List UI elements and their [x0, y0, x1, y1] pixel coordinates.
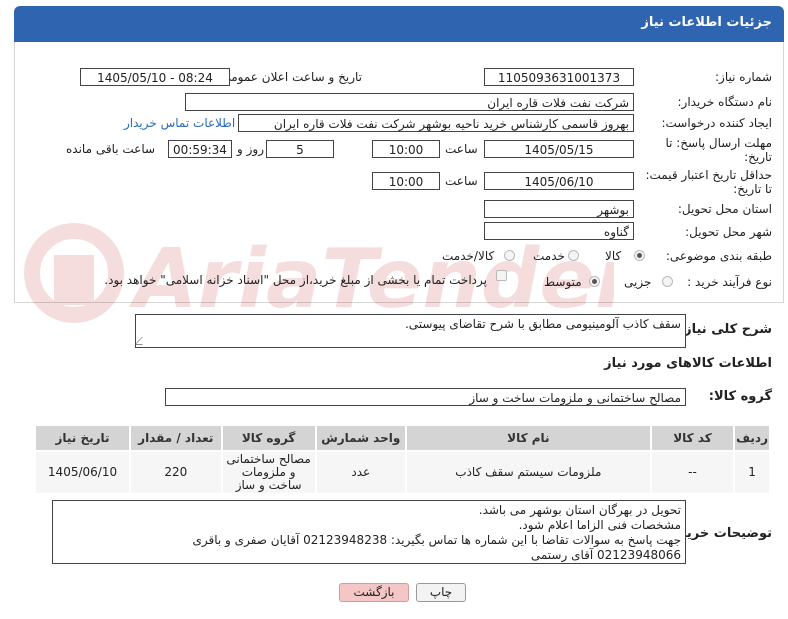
col-name: نام کالا — [404, 424, 652, 452]
goods-info-heading: اطلاعات کالاهای مورد نیاز — [604, 356, 772, 371]
col-qty: تعداد / مقدار — [129, 424, 223, 452]
purchase-medium-radio[interactable] — [589, 276, 600, 287]
cell-group: مصالح ساختمانی و ملزومات ساخت و ساز — [220, 450, 317, 495]
reply-time-label: ساعت — [445, 142, 478, 156]
cell-name: ملزومات سیستم سقف کاذب — [404, 450, 652, 495]
announce-datetime-field: 1405/05/10 - 08:24 — [80, 68, 230, 86]
print-button[interactable]: چاپ — [416, 583, 466, 602]
buyer-notes-line: مشخصات فنی الزاما اعلام شود. — [518, 518, 681, 532]
col-row: ردیف — [733, 424, 771, 452]
page-header: جزئیات اطلاعات نیاز — [14, 6, 784, 42]
days-and-label: روز و — [237, 142, 264, 156]
category-goods-service-label: کالا/خدمت — [442, 249, 495, 263]
buyer-org-field: شرکت نفت فلات قاره ایران — [185, 93, 634, 111]
reply-days-field: 5 — [266, 140, 334, 158]
category-goods-service-radio[interactable] — [504, 250, 515, 261]
category-service-label: خدمت — [533, 249, 565, 263]
need-number-field: 1105093631001373 — [484, 68, 634, 86]
col-group: گروه کالا — [220, 424, 317, 452]
buyer-org-label: نام دستگاه خریدار: — [677, 95, 773, 109]
requester-label: ایجاد کننده درخواست: — [661, 116, 772, 130]
treasury-payment-label: پرداخت تمام یا بخشی از مبلغ خرید،از محل … — [104, 273, 487, 287]
province-label: استان محل تحویل: — [677, 202, 772, 216]
city-field: گناوه — [484, 222, 634, 240]
cell-unit: عدد — [314, 450, 407, 495]
reply-deadline-label: مهلت ارسال پاسخ: تا تاریخ: — [665, 136, 772, 164]
category-goods-radio[interactable] — [634, 250, 645, 261]
table-row: 1 -- ملزومات سیستم سقف کاذب عدد مصالح سا… — [33, 450, 771, 495]
cell-row: 1 — [733, 450, 771, 495]
category-label: طبقه بندی موضوعی: — [665, 249, 772, 263]
back-button[interactable]: بازگشت — [339, 583, 409, 602]
treasury-payment-checkbox[interactable] — [496, 270, 507, 281]
col-date: تاریخ نیاز — [33, 424, 132, 452]
category-goods-label: کالا — [605, 249, 622, 263]
cell-code: -- — [649, 450, 736, 495]
requester-field: بهروز قاسمی کارشناس خرید ناحیه بوشهر شرک… — [238, 114, 634, 132]
reply-time-field: 10:00 — [372, 140, 440, 158]
cell-qty: 220 — [129, 450, 223, 495]
validity-date-field: 1405/06/10 — [484, 172, 634, 190]
buyer-contact-link[interactable]: اطلاعات تماس خریدار — [124, 116, 235, 130]
need-desc-text: سقف کاذب آلومینیومی مطابق با شرح تقاضای … — [404, 317, 681, 331]
category-service-radio[interactable] — [568, 250, 579, 261]
buyer-notes-textarea[interactable]: تحویل در بهرگان استان بوشهر می باشد. مشخ… — [52, 500, 686, 564]
purchase-medium-label: متوسط — [544, 275, 582, 289]
col-unit: واحد شمارش — [314, 424, 407, 452]
goods-table: ردیف کد کالا نام کالا واحد شمارش گروه کا… — [33, 424, 771, 495]
purchase-minor-label: جزیی — [624, 275, 652, 289]
province-field: بوشهر — [484, 200, 634, 218]
goods-group-field: مصالح ساختمانی و ملزومات ساخت و ساز — [165, 388, 686, 406]
col-code: کد کالا — [649, 424, 736, 452]
remaining-time-field: 00:59:34 — [168, 140, 232, 158]
resize-grip-icon[interactable] — [136, 337, 150, 345]
page-title: جزئیات اطلاعات نیاز — [641, 15, 772, 30]
buyer-notes-line: 02123948066 آقای رستمی — [530, 548, 681, 562]
cell-date: 1405/06/10 — [33, 450, 132, 495]
announce-datetime-label: تاریخ و ساعت اعلان عمومی: — [217, 70, 362, 84]
buyer-notes-line: جهت پاسخ به سوالات تقاضا با این شماره ها… — [192, 533, 682, 547]
city-label: شهر محل تحویل: — [685, 225, 772, 239]
remaining-time-label: ساعت باقی مانده — [66, 142, 156, 156]
need-desc-label: شرح کلی نیاز: — [678, 322, 772, 337]
need-desc-textarea[interactable]: سقف کاذب آلومینیومی مطابق با شرح تقاضای … — [135, 314, 686, 348]
validity-time-field: 10:00 — [372, 172, 440, 190]
goods-group-label: گروه کالا: — [708, 389, 772, 404]
reply-date-field: 1405/05/15 — [484, 140, 634, 158]
need-number-label: شماره نیاز: — [715, 70, 772, 84]
table-header-row: ردیف کد کالا نام کالا واحد شمارش گروه کا… — [33, 424, 771, 452]
purchase-minor-radio[interactable] — [662, 276, 673, 287]
purchase-type-label: نوع فرآیند خرید : — [687, 275, 772, 289]
price-validity-label: حداقل تاریخ اعتبار قیمت: تا تاریخ: — [645, 168, 772, 196]
validity-time-label: ساعت — [445, 174, 478, 188]
buyer-notes-line: تحویل در بهرگان استان بوشهر می باشد. — [478, 503, 681, 517]
